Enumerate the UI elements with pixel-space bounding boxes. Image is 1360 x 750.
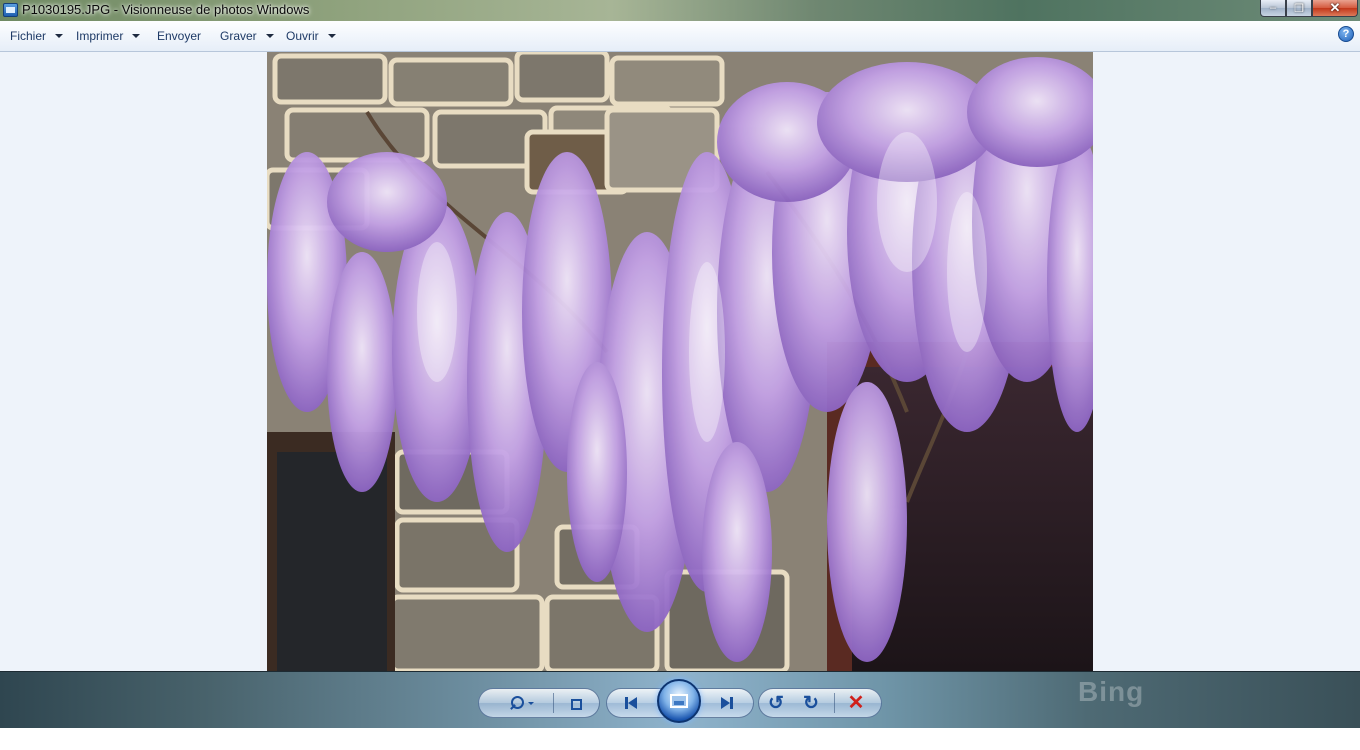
menu-ouvrir-label: Ouvrir xyxy=(286,29,319,43)
menu-imprimer[interactable]: Imprimer xyxy=(76,29,141,43)
menu-envoyer[interactable]: Envoyer xyxy=(157,29,201,43)
window-bottom-edge xyxy=(0,728,1360,750)
photo-viewer-app-icon[interactable] xyxy=(3,3,18,17)
zoom-icon xyxy=(509,695,525,711)
fit-to-window-button[interactable] xyxy=(563,694,587,712)
minimize-icon: ‒ xyxy=(1269,2,1277,14)
fit-to-window-icon xyxy=(567,695,583,711)
slideshow-icon xyxy=(670,694,688,708)
rotate-right-button[interactable]: ↻ xyxy=(799,692,823,714)
zoom-button[interactable] xyxy=(502,694,540,712)
dropdown-arrow-icon xyxy=(265,34,274,38)
dropdown-arrow-icon xyxy=(327,34,336,38)
maximize-button[interactable]: ❐ xyxy=(1286,0,1312,17)
title-bar[interactable]: P1030195.JPG - Visionneuse de photos Win… xyxy=(0,0,1360,21)
dropdown-arrow-icon xyxy=(132,34,141,38)
menu-graver-label: Graver xyxy=(220,29,257,43)
menu-fichier[interactable]: Fichier xyxy=(10,29,64,43)
previous-icon xyxy=(623,696,639,710)
window-controls: ‒ ❐ ✕ xyxy=(1260,0,1358,18)
delete-button[interactable]: ✕ xyxy=(844,692,868,714)
close-icon: ✕ xyxy=(1329,0,1341,15)
dropdown-arrow-icon xyxy=(55,34,64,38)
menu-ouvrir[interactable]: Ouvrir xyxy=(286,29,336,43)
minimize-button[interactable]: ‒ xyxy=(1260,0,1286,17)
photo[interactable] xyxy=(267,52,1093,671)
bottom-control-bar: Bing ↺ ↻ ✕ xyxy=(0,671,1360,728)
wisteria-photo-icon xyxy=(267,52,1093,671)
menu-graver[interactable]: Graver xyxy=(220,29,274,43)
help-button[interactable]: ? xyxy=(1338,26,1354,42)
menu-bar: Fichier Imprimer Envoyer Graver Ouvrir ? xyxy=(0,21,1360,52)
window-title: P1030195.JPG - Visionneuse de photos Win… xyxy=(22,2,310,17)
menu-envoyer-label: Envoyer xyxy=(157,29,202,43)
rotate-right-icon: ↻ xyxy=(803,692,819,714)
separator xyxy=(553,693,554,713)
menu-fichier-label: Fichier xyxy=(10,29,47,43)
rotate-left-button[interactable]: ↺ xyxy=(764,692,788,714)
rotate-left-icon: ↺ xyxy=(768,692,784,714)
bing-watermark: Bing xyxy=(1078,676,1145,707)
menu-imprimer-label: Imprimer xyxy=(76,29,124,43)
next-icon xyxy=(719,696,735,710)
help-icon: ? xyxy=(1342,28,1350,40)
photo-viewing-area[interactable] xyxy=(0,52,1360,671)
delete-icon: ✕ xyxy=(847,692,865,714)
previous-button[interactable] xyxy=(618,694,644,712)
slideshow-button[interactable] xyxy=(657,679,701,723)
dropdown-arrow-icon xyxy=(527,701,534,705)
restore-icon: ❐ xyxy=(1294,2,1304,15)
close-button[interactable]: ✕ xyxy=(1312,0,1358,17)
next-button[interactable] xyxy=(714,694,740,712)
separator xyxy=(834,693,835,713)
